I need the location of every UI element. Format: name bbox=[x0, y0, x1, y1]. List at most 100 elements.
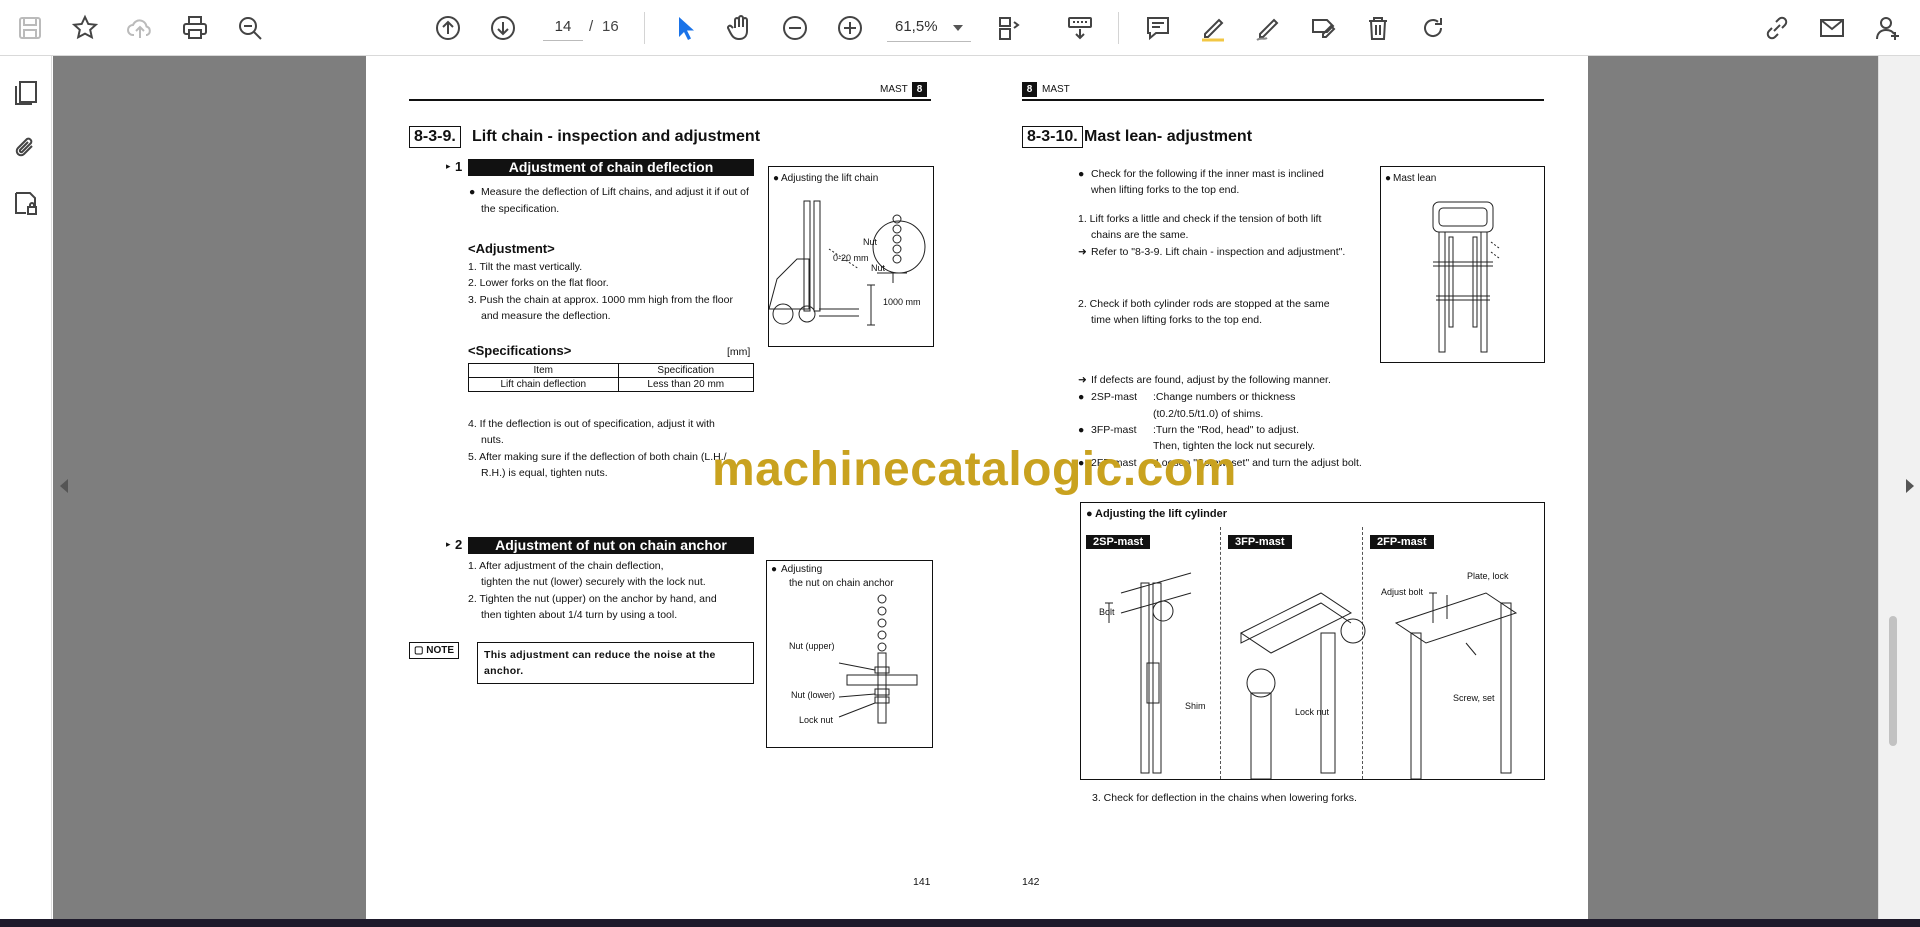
chapter-number: 8 bbox=[1022, 82, 1037, 97]
attachments-icon[interactable] bbox=[10, 132, 42, 164]
step-line: tighten the nut (lower) securely with th… bbox=[481, 576, 706, 588]
draw-icon[interactable] bbox=[1248, 8, 1288, 48]
page-number: 142 bbox=[1022, 876, 1040, 888]
lift-cylinder-figure: ● Adjusting the lift cylinder 2SP-mast 3… bbox=[1080, 502, 1545, 780]
mast-type-heading: 3FP-mast bbox=[1228, 535, 1292, 549]
section-number: 8-3-10. bbox=[1022, 126, 1083, 148]
table-header: Specification bbox=[617, 363, 755, 378]
chain-anchor-figure: ● Adjusting the nut on chain anchor Nut … bbox=[766, 560, 933, 748]
expand-right-panel-icon[interactable] bbox=[1906, 479, 1914, 493]
page-separator: / bbox=[589, 18, 594, 35]
step-line: and measure the deflection. bbox=[481, 310, 611, 322]
step-line: 2. Lower forks on the flat floor. bbox=[468, 277, 609, 289]
scroll-thumb[interactable] bbox=[1889, 616, 1897, 746]
table-cell: Less than 20 mm bbox=[617, 377, 755, 392]
figure-label: Screw, set bbox=[1453, 693, 1495, 703]
note-text: This adjustment can reduce the noise at … bbox=[477, 642, 754, 684]
figure-label: Plate, lock bbox=[1467, 571, 1509, 581]
stamp-icon[interactable] bbox=[1303, 8, 1343, 48]
page-down-icon[interactable] bbox=[483, 8, 523, 48]
page-header: MAST bbox=[1042, 84, 1070, 95]
collapse-left-panel-icon[interactable] bbox=[60, 479, 68, 493]
step-line: nuts. bbox=[481, 434, 504, 446]
delete-icon[interactable] bbox=[1358, 8, 1398, 48]
figure-caption: Adjusting the lift chain bbox=[781, 173, 879, 184]
subsection-number: 2 bbox=[455, 537, 463, 552]
section-title: Lift chain - inspection and adjustment bbox=[472, 128, 761, 145]
zoom-search-icon[interactable] bbox=[230, 8, 270, 48]
figure-label: 1000 mm bbox=[883, 297, 921, 307]
specifications-heading: <Specifications> bbox=[468, 343, 572, 358]
instruction-text: when lifting forks to the top end. bbox=[1091, 184, 1240, 196]
share-link-icon[interactable] bbox=[1757, 8, 1797, 48]
zoom-in-icon[interactable] bbox=[830, 8, 870, 48]
mast-type-text: :Change numbers or thickness bbox=[1153, 391, 1296, 403]
figure-label: Nut bbox=[863, 237, 878, 247]
figure-label: Adjust bolt bbox=[1381, 587, 1424, 597]
mast-type-label: 3FP-mast bbox=[1091, 424, 1137, 436]
figure-label: Nut (upper) bbox=[789, 641, 835, 651]
taskbar-edge bbox=[0, 919, 1920, 927]
mast-type-heading: 2FP-mast bbox=[1370, 535, 1434, 549]
step-line: chains are the same. bbox=[1091, 229, 1189, 241]
email-icon[interactable] bbox=[1812, 8, 1852, 48]
step-line: 2. Tighten the nut (upper) on the anchor… bbox=[468, 593, 717, 605]
unit-label: [mm] bbox=[727, 346, 751, 358]
figure-label: 0-20 mm bbox=[833, 253, 869, 263]
toolbar: / 16 61,5% bbox=[0, 0, 1920, 56]
subsection-number: 1 bbox=[455, 159, 463, 174]
section-number: 8-3-9. bbox=[409, 126, 461, 148]
fit-page-icon[interactable] bbox=[990, 8, 1030, 48]
bookmark-star-icon[interactable] bbox=[65, 8, 105, 48]
zoom-select[interactable]: 61,5% bbox=[887, 13, 971, 42]
step-line: time when lifting forks to the top end. bbox=[1091, 314, 1263, 326]
mast-type-text: :Turn the "Rod, head" to adjust. bbox=[1153, 424, 1299, 436]
mast-type-text: (t0.2/t0.5/t1.0) of shims. bbox=[1153, 408, 1264, 420]
figure-label: Shim bbox=[1185, 701, 1206, 711]
figure-caption: Adjusting bbox=[781, 564, 823, 575]
adjustment-heading: <Adjustment> bbox=[468, 241, 555, 256]
document-properties-icon[interactable] bbox=[10, 187, 42, 219]
mast-lean-figure: ● Mast lean bbox=[1380, 166, 1545, 363]
page-header: MAST bbox=[880, 84, 908, 95]
note-tag: ▢ NOTE bbox=[409, 642, 460, 659]
step-line: 3. Check for deflection in the chains wh… bbox=[1092, 792, 1357, 804]
figure-caption: the nut on chain anchor bbox=[789, 578, 894, 589]
select-arrow-icon[interactable] bbox=[665, 8, 705, 48]
page-total: 16 bbox=[602, 18, 619, 35]
chevron-down-icon bbox=[953, 25, 963, 31]
pan-hand-icon[interactable] bbox=[720, 8, 760, 48]
reference-text: Refer to "8-3-9. Lift chain - inspection… bbox=[1091, 246, 1346, 258]
figure-caption: Mast lean bbox=[1393, 173, 1437, 184]
step-line: 4. If the deflection is out of specifica… bbox=[468, 418, 715, 430]
figure-label: Lock nut bbox=[1295, 707, 1330, 717]
add-user-icon[interactable] bbox=[1868, 8, 1908, 48]
scroll-mode-icon[interactable] bbox=[1060, 8, 1100, 48]
mast-type-label: 2SP-mast bbox=[1091, 391, 1138, 403]
subsection-title: Adjustment of nut on chain anchor bbox=[468, 537, 754, 554]
step-line: 1. Tilt the mast vertically. bbox=[468, 261, 583, 273]
chapter-number: 8 bbox=[912, 82, 927, 97]
instruction-text: Measure the deflection of Lift chains, a… bbox=[481, 186, 749, 215]
page-number-input[interactable] bbox=[543, 13, 583, 41]
subsection-title: Adjustment of chain deflection bbox=[468, 159, 754, 176]
figure-label: Nut (lower) bbox=[791, 690, 836, 700]
step-line: 2. Check if both cylinder rods are stopp… bbox=[1078, 298, 1330, 310]
page-number: 141 bbox=[913, 876, 931, 888]
left-tools-panel bbox=[0, 56, 52, 920]
zoom-out-icon[interactable] bbox=[775, 8, 815, 48]
redo-icon[interactable] bbox=[1413, 8, 1453, 48]
pages-panel-icon[interactable] bbox=[10, 77, 42, 109]
print-icon[interactable] bbox=[175, 8, 215, 48]
upload-cloud-icon[interactable] bbox=[120, 8, 160, 48]
figure-label: Lock nut bbox=[799, 715, 834, 725]
table-cell: Lift chain deflection bbox=[468, 377, 619, 392]
zoom-value: 61,5% bbox=[895, 18, 938, 35]
highlight-pen-icon[interactable] bbox=[1193, 8, 1233, 48]
figure-label: Bolt bbox=[1099, 607, 1115, 617]
page-up-icon[interactable] bbox=[428, 8, 468, 48]
mast-type-heading: 2SP-mast bbox=[1086, 535, 1151, 549]
save-icon[interactable] bbox=[10, 8, 50, 48]
comment-icon[interactable] bbox=[1138, 8, 1178, 48]
step-line: R.H.) is equal, tighten nuts. bbox=[481, 467, 608, 479]
